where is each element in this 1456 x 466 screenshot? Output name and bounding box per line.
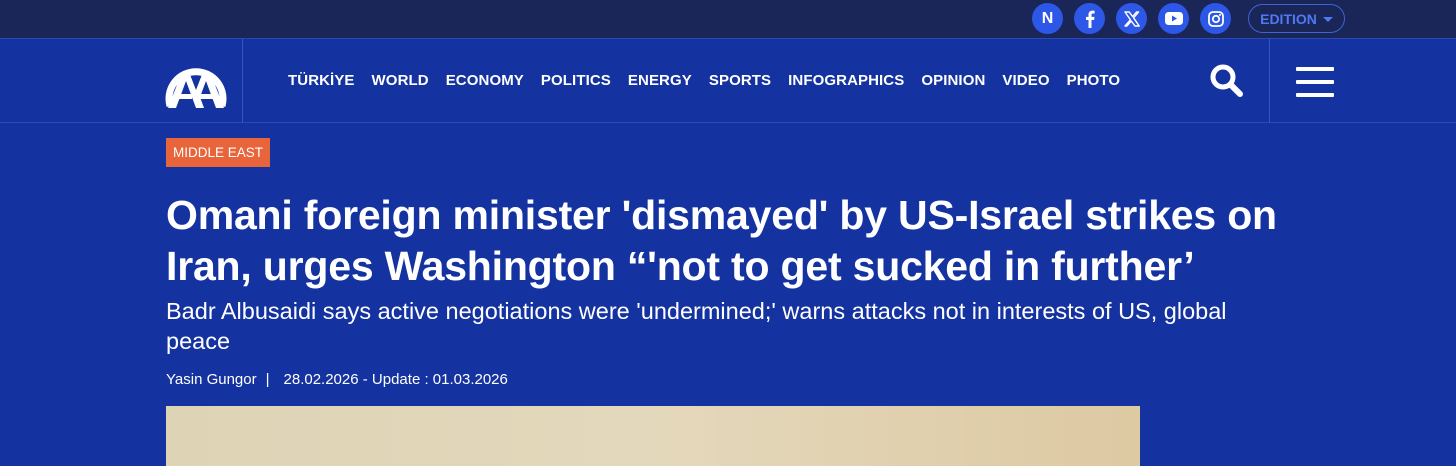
- author-name[interactable]: Yasin Gungor: [166, 371, 257, 388]
- menu-line: [1296, 80, 1334, 84]
- nav-item-photo[interactable]: PHOTO: [1067, 72, 1121, 89]
- news-icon[interactable]: N: [1032, 3, 1063, 34]
- youtube-icon[interactable]: [1158, 3, 1189, 34]
- publish-dates: 28.02.2026 - Update : 01.03.2026: [283, 371, 508, 388]
- nav-item-energy[interactable]: ENERGY: [628, 72, 692, 89]
- instagram-icon[interactable]: [1200, 3, 1231, 34]
- nav-item-sports[interactable]: SPORTS: [709, 72, 771, 89]
- category-tag[interactable]: MIDDLE EAST: [166, 138, 271, 167]
- nav-item-world[interactable]: WORLD: [372, 72, 429, 89]
- byline-separator: |: [265, 371, 270, 388]
- nav-item-infographics[interactable]: INFOGRAPHICS: [788, 72, 904, 89]
- top-bar: N EDITION: [0, 0, 1456, 39]
- menu-icon[interactable]: [1296, 67, 1334, 97]
- article-byline: Yasin Gungor | 28.02.2026 - Update : 01.03…: [166, 370, 508, 390]
- nav-menu: TÜRKİYE WORLD ECONOMY POLITICS ENERGY SP…: [288, 72, 1120, 89]
- chevron-down-icon: [1322, 16, 1333, 22]
- news-icon-letter: N: [1041, 9, 1054, 27]
- article-subtitle: Badr Albusaidi says active negotiations …: [166, 298, 1227, 354]
- nav-item-video[interactable]: VIDEO: [1002, 72, 1049, 89]
- nav-item-opinion[interactable]: OPINION: [921, 72, 985, 89]
- nav-item-turkiye[interactable]: TÜRKİYE: [288, 72, 355, 89]
- nav-item-politics[interactable]: POLITICS: [541, 72, 611, 89]
- x-twitter-icon[interactable]: [1116, 3, 1147, 34]
- aa-logo[interactable]: [165, 50, 227, 110]
- nav-divider: [242, 39, 243, 123]
- nav-item-economy[interactable]: ECONOMY: [446, 72, 524, 89]
- search-icon[interactable]: [1209, 63, 1245, 99]
- edition-label: EDITION: [1260, 10, 1317, 27]
- nav-divider: [1269, 39, 1270, 123]
- article-headline: Omani foreign minister 'dismayed' by US-…: [166, 192, 1277, 289]
- edition-dropdown[interactable]: EDITION: [1248, 4, 1345, 33]
- menu-line: [1296, 67, 1334, 71]
- social-links: N: [1032, 3, 1231, 34]
- hero-image: [166, 406, 1140, 466]
- menu-line: [1296, 93, 1334, 97]
- facebook-icon[interactable]: [1074, 3, 1105, 34]
